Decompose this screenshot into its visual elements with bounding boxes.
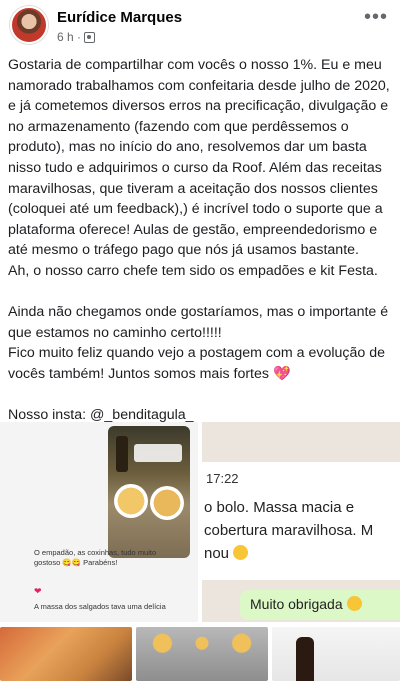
- more-options-icon[interactable]: •••: [364, 6, 388, 29]
- photo-grid: [0, 627, 400, 681]
- avatar[interactable]: [10, 6, 48, 44]
- post-time[interactable]: 6 h ·: [57, 30, 81, 44]
- outgoing-message-text: Muito obrigada: [250, 596, 362, 612]
- smiling-face-icon: [233, 545, 249, 560]
- author-name[interactable]: Eurídice Marques: [57, 9, 182, 26]
- photo-thumbnail[interactable]: [272, 627, 400, 681]
- post-body: Gostaria de compartilhar com vocês o nos…: [8, 55, 396, 426]
- bottle-shape: [116, 436, 128, 472]
- heart-emoji-icon: 💖: [272, 365, 291, 382]
- plate-icon: [150, 486, 184, 520]
- chat-screenshot[interactable]: 17:22 o bolo. Massa macia e cobertura ma…: [202, 422, 400, 622]
- plate-icon: [114, 484, 148, 518]
- friends-icon: [84, 31, 96, 43]
- photo-thumbnail[interactable]: [136, 627, 268, 681]
- heart-icon: ❤: [34, 586, 42, 596]
- story-comment: O empadão, as coxinhas, tudo muito gosto…: [34, 548, 157, 567]
- post-paragraph: Gostaria de compartilhar com vocês o nos…: [8, 57, 390, 279]
- post-header: Eurídice Marques 6 h · •••: [0, 0, 400, 50]
- story-comment: A massa dos salgados tava uma delícia: [34, 602, 166, 611]
- post-meta: 6 h ·: [57, 30, 96, 44]
- story-screenshot[interactable]: O empadão, as coxinhas, tudo muito gosto…: [0, 422, 198, 622]
- food-photo: [108, 426, 190, 558]
- message-time: 17:22: [206, 471, 239, 486]
- incoming-message-text: o bolo. Massa macia e cobertura maravilh…: [204, 499, 374, 562]
- post-media[interactable]: O empadão, as coxinhas, tudo muito gosto…: [0, 422, 400, 622]
- photo-thumbnail[interactable]: [0, 627, 132, 681]
- story-sticker: [134, 444, 182, 462]
- post-paragraph: Ainda não chegamos onde gostaríamos, mas…: [8, 304, 389, 382]
- heart-eyes-icon: [346, 596, 362, 611]
